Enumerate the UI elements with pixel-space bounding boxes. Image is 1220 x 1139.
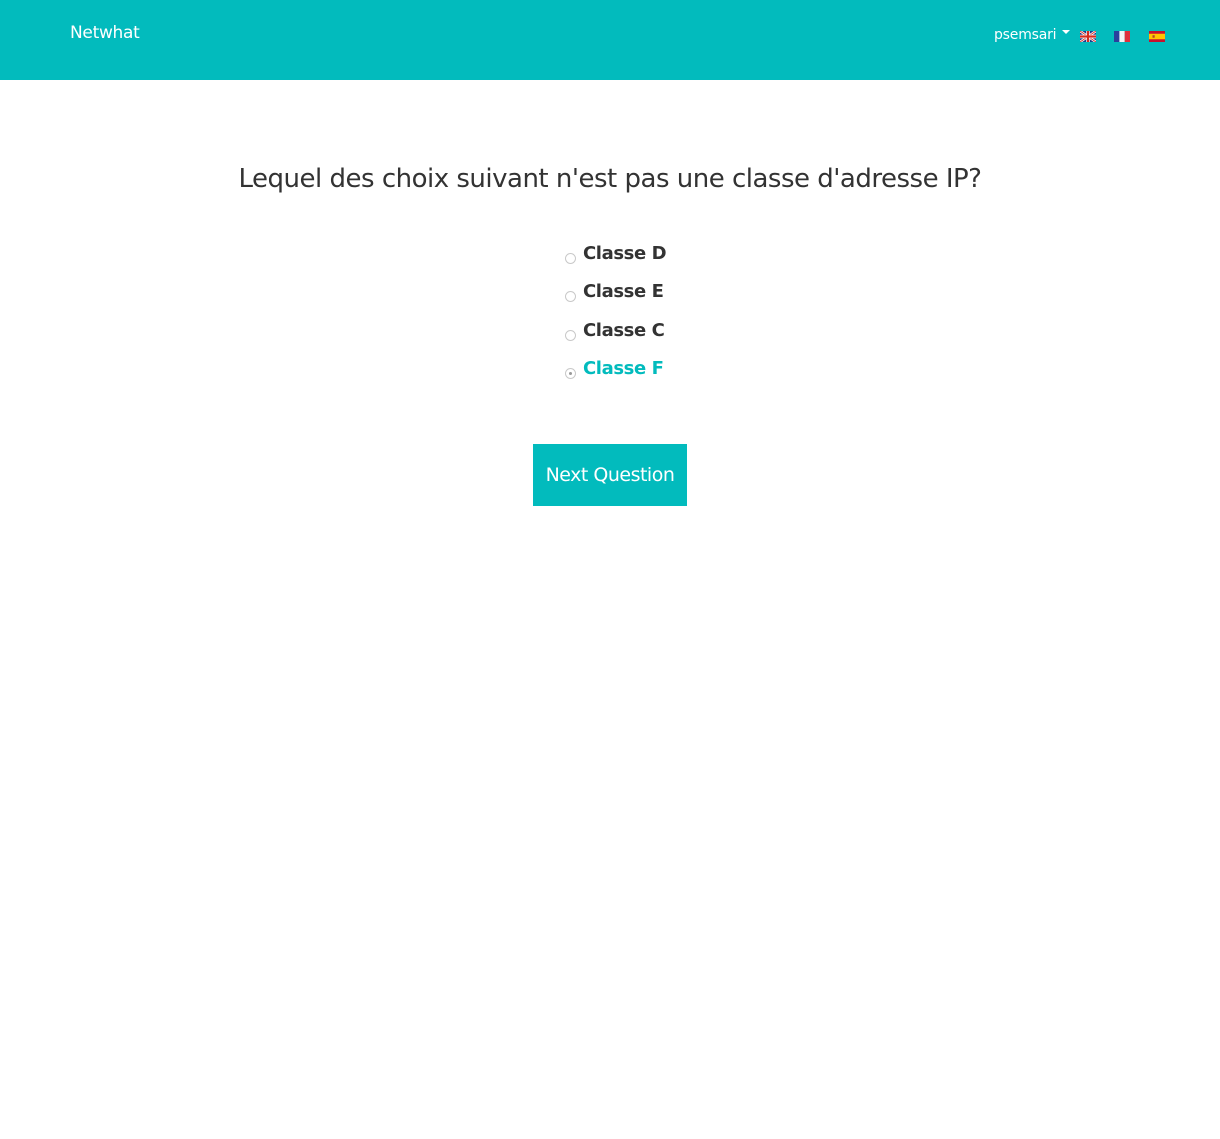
radio-button[interactable] bbox=[565, 291, 576, 302]
spain-flag-icon[interactable] bbox=[1149, 31, 1165, 42]
answer-option[interactable]: Classe E bbox=[565, 281, 765, 309]
answer-label[interactable]: Classe D bbox=[583, 243, 667, 264]
radio-dot-icon bbox=[569, 372, 572, 375]
answer-option[interactable]: Classe D bbox=[565, 243, 765, 271]
next-question-button[interactable]: Next Question bbox=[533, 444, 687, 506]
radio-button[interactable] bbox=[565, 253, 576, 264]
username-label: psemsari bbox=[994, 27, 1057, 43]
question-text: Lequel des choix suivant n'est pas une c… bbox=[238, 164, 982, 194]
brand-link[interactable]: Netwhat bbox=[70, 23, 140, 43]
radio-button-checked[interactable] bbox=[565, 368, 576, 379]
radio-button[interactable] bbox=[565, 330, 576, 341]
answer-label[interactable]: Classe F bbox=[583, 358, 664, 379]
france-flag-icon[interactable] bbox=[1114, 31, 1130, 42]
answer-option-selected[interactable]: Classe F bbox=[565, 358, 765, 386]
top-navbar: Netwhat psemsari bbox=[0, 0, 1220, 80]
answer-label[interactable]: Classe C bbox=[583, 320, 665, 341]
caret-down-icon bbox=[1062, 30, 1071, 34]
user-dropdown-toggle[interactable]: psemsari bbox=[994, 27, 1071, 43]
uk-flag-icon[interactable] bbox=[1080, 31, 1096, 42]
answer-label[interactable]: Classe E bbox=[583, 281, 664, 302]
answer-option[interactable]: Classe C bbox=[565, 320, 765, 348]
